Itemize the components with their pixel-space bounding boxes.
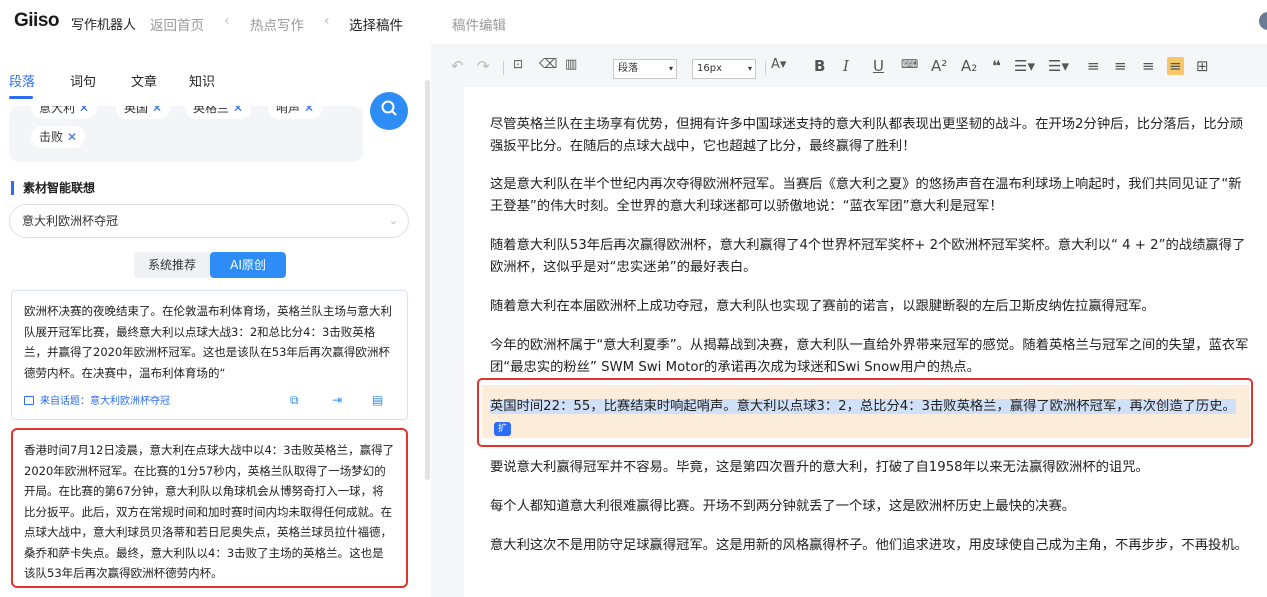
- avatar[interactable]: [1259, 12, 1267, 30]
- selected-paragraph[interactable]: 英国时间22：55，比赛结束时响起哨声。意大利以点球3：2，总比分4：3击败英格…: [490, 396, 1250, 440]
- topic-select[interactable]: 意大利欧洲杯夺冠 ⌄: [9, 204, 409, 238]
- tag-uk: 英国 ✕: [116, 106, 171, 119]
- material-card[interactable]: 欧洲杯决赛的夜晚结束了。在伦敦温布利体育场，英格兰队主场与意大利队展开冠军比赛，…: [11, 290, 408, 420]
- chevron-left-icon: ‹: [224, 13, 230, 29]
- tab-sentence[interactable]: 词句: [70, 71, 96, 90]
- top-bar: Giiso 写作机器人 返回首页 ‹ 热点写作 ‹ 选择稿件 稿件编辑: [0, 0, 1267, 44]
- selected-text: 英国时间22：55，比赛结束时响起哨声。意大利以点球3：2，总比分4：3击败英格…: [490, 399, 1236, 414]
- superscript-icon[interactable]: A²: [931, 57, 947, 75]
- tag-label: 英格兰: [193, 106, 230, 115]
- card-source-label: 来自话题：意大利欧洲杯夺冠: [40, 396, 170, 407]
- align-center-icon[interactable]: ≡: [1114, 57, 1127, 75]
- close-icon[interactable]: ✕: [79, 106, 89, 115]
- search-button[interactable]: [370, 92, 408, 130]
- divider: [765, 61, 766, 75]
- paragraph[interactable]: 意大利这次不是用防守足球赢得冠军。这是用新的风格赢得杯子。他们追求进攻，用皮球使…: [490, 535, 1250, 557]
- logo[interactable]: Giiso: [14, 10, 60, 32]
- tab-paragraph[interactable]: 段落: [9, 71, 35, 90]
- bold-icon[interactable]: B: [814, 57, 825, 75]
- close-icon[interactable]: ✕: [304, 106, 314, 115]
- undo-icon[interactable]: ↶: [451, 57, 464, 75]
- ordered-list-icon[interactable]: ☰▾: [1048, 57, 1069, 75]
- underline-icon[interactable]: U: [873, 57, 884, 75]
- tag-label: 哨声: [276, 106, 301, 115]
- tab-knowledge[interactable]: 知识: [189, 71, 215, 90]
- tag-italy: 意大利 ✕: [31, 106, 98, 119]
- redo-icon[interactable]: ↷: [477, 57, 490, 75]
- paragraph[interactable]: 这是意大利队在半个世纪内再次夺得欧洲杯冠军。当赛后《意大利之夏》的悠扬声音在温布…: [490, 174, 1250, 218]
- breadcrumb-home[interactable]: 返回首页: [150, 14, 204, 34]
- keyword-tags: 意大利 ✕ 英国 ✕ 英格兰 ✕ 哨声 ✕ 击败 ✕: [9, 106, 363, 162]
- align-right-icon[interactable]: ≡: [1142, 57, 1155, 75]
- insert-icon[interactable]: ⇥: [332, 390, 342, 411]
- segment-ai[interactable]: AI原创: [210, 252, 286, 278]
- editor-toolbar: ↶ ↷ ⊡ ⌫ ▥ 段落 ▾ 16px ▾ A▾ B I U ⌨ A² A₂ ❝ ☰…: [431, 44, 1267, 88]
- paragraph[interactable]: 每个人都知道意大利很难赢得比赛。开场不到两分钟就丢了一个球，这是欧洲杯历史上最快…: [490, 496, 1250, 518]
- paragraph[interactable]: 随着意大利队53年后再次赢得欧洲杯，意大利赢得了4个世界杯冠军奖杯+ 2个欧洲杯…: [490, 235, 1250, 279]
- font-size-select[interactable]: 16px ▾: [692, 59, 756, 79]
- format-icon[interactable]: ▥: [565, 57, 577, 72]
- active-tab-indicator: [9, 96, 33, 99]
- tag-england: 英格兰 ✕: [185, 106, 252, 119]
- paragraph[interactable]: 尽管英格兰队在主场享有优势，但拥有许多中国球迷支持的意大利队都表现出更坚韧的战斗…: [490, 114, 1250, 158]
- search-icon: [381, 100, 397, 116]
- chevron-left-icon: ‹: [324, 13, 330, 29]
- font-color-icon[interactable]: A▾: [771, 57, 786, 72]
- chevron-down-icon: ⌄: [388, 214, 398, 227]
- paragraph[interactable]: 随着意大利在本届欧洲杯上成功夺冠，意大利队也实现了赛前的诺言，以跟腱断裂的左后卫…: [490, 296, 1250, 318]
- material-card-selected[interactable]: 香港时间7月12日凌晨，意大利在点球大战中以4：3击败英格兰，赢得了2020年欧…: [11, 428, 408, 588]
- close-icon[interactable]: ✕: [233, 106, 243, 115]
- caret-down-icon: ▾: [668, 64, 673, 73]
- paragraph-format-select[interactable]: 段落 ▾: [613, 59, 677, 79]
- material-panel: 段落 词句 文章 知识 意大利 ✕ 英国 ✕ 英格兰 ✕ 哨声 ✕ 击败 ✕ 素材智能联想…: [0, 44, 426, 597]
- card-text: 欧洲杯决赛的夜晚结束了。在伦敦温布利体育场，英格兰队主场与意大利队展开冠军比赛，…: [24, 304, 392, 380]
- table-icon[interactable]: ⊞: [1196, 57, 1209, 75]
- keyboard-icon[interactable]: ⌨: [901, 57, 918, 71]
- subscript-icon[interactable]: A₂: [961, 57, 977, 75]
- italic-icon[interactable]: I: [843, 57, 849, 75]
- select-value: 意大利欧洲杯夺冠: [22, 214, 119, 228]
- close-icon[interactable]: ✕: [152, 106, 162, 115]
- tag-defeat: 击败 ✕: [31, 126, 86, 148]
- logo-subtitle: 写作机器人: [71, 18, 137, 33]
- section-title: 素材智能联想: [11, 181, 95, 195]
- breadcrumb-hot-writing[interactable]: 热点写作: [250, 14, 304, 34]
- tag-label: 意大利: [39, 106, 76, 115]
- scrollbar[interactable]: [425, 80, 430, 480]
- source-toggle: 系统推荐 AI原创: [134, 252, 286, 278]
- tag-label: 击败: [39, 130, 64, 144]
- text-box-icon[interactable]: ⊡: [513, 57, 523, 71]
- paragraph[interactable]: 今年的欧洲杯属于“意大利夏季”。从揭幕战到决赛，意大利队一直给外界带来冠军的感觉…: [490, 335, 1250, 379]
- align-left-icon[interactable]: ≡: [1087, 57, 1100, 75]
- breadcrumb-edit-draft[interactable]: 稿件编辑: [452, 14, 506, 34]
- segment-system[interactable]: 系统推荐: [134, 252, 210, 278]
- select-value: 16px: [697, 63, 722, 74]
- document-icon[interactable]: ▤: [372, 390, 383, 411]
- topic-icon: [24, 396, 34, 405]
- eraser-icon[interactable]: ⌫: [539, 57, 557, 72]
- tag-whistle: 哨声 ✕: [268, 106, 323, 119]
- unordered-list-icon[interactable]: ☰▾: [1014, 57, 1035, 75]
- card-source[interactable]: 来自话题：意大利欧洲杯夺冠: [24, 392, 170, 413]
- card-text: 香港时间7月12日凌晨，意大利在点球大战中以4：3击败英格兰，赢得了2020年欧…: [24, 443, 395, 580]
- divider: [503, 61, 504, 75]
- quote-icon[interactable]: ❝: [992, 57, 1001, 75]
- breadcrumb-select-draft[interactable]: 选择稿件: [349, 14, 403, 34]
- tab-article[interactable]: 文章: [131, 71, 157, 90]
- editor-panel: ↶ ↷ ⊡ ⌫ ▥ 段落 ▾ 16px ▾ A▾ B I U ⌨ A² A₂ ❝ ☰…: [431, 44, 1267, 597]
- select-value: 段落: [618, 63, 638, 74]
- paragraph[interactable]: 要说意大利赢得冠军并不容易。毕竟，这是第四次晋升的意大利，打破了自1958年以来…: [490, 457, 1250, 479]
- close-icon[interactable]: ✕: [67, 130, 77, 144]
- copy-icon[interactable]: ⧉: [290, 390, 299, 411]
- document-area[interactable]: 尽管英格兰队在主场享有优势，但拥有许多中国球迷支持的意大利队都表现出更坚韧的战斗…: [464, 87, 1267, 597]
- justify-icon[interactable]: ≡: [1167, 57, 1184, 75]
- caret-down-icon: ▾: [747, 64, 752, 73]
- expand-button[interactable]: 扩: [494, 422, 512, 436]
- tag-label: 英国: [124, 106, 149, 115]
